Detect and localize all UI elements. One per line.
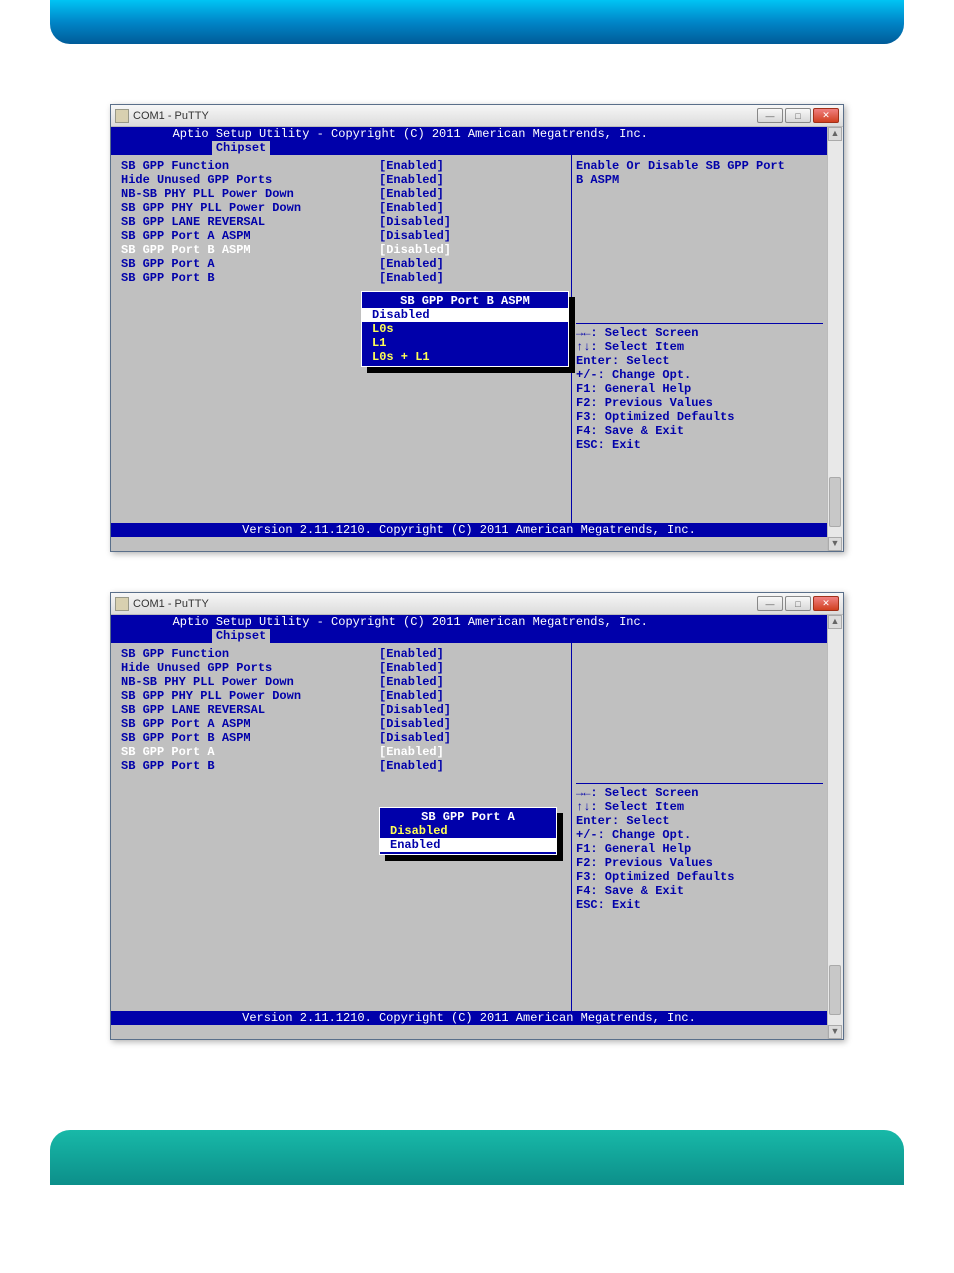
setting-row-selected[interactable]: SB GPP Port B ASPM[Disabled] [121, 243, 567, 257]
setting-row[interactable]: SB GPP Function[Enabled] [121, 159, 567, 173]
vertical-scrollbar[interactable]: ▲ ▼ [827, 127, 843, 551]
putty-window-2: COM1 - PuTTY — □ ✕ Aptio Setup Utility -… [110, 592, 844, 1040]
nav-hint: →←: Select Screen [576, 786, 823, 800]
window-title: COM1 - PuTTY [133, 598, 209, 610]
bios-header: Aptio Setup Utility - Copyright (C) 2011… [111, 127, 827, 141]
nav-hint: +/-: Change Opt. [576, 368, 823, 382]
scroll-thumb[interactable] [829, 477, 841, 527]
setting-row[interactable]: SB GPP Port B[Enabled] [121, 271, 567, 285]
close-button[interactable]: ✕ [813, 596, 839, 611]
help-panel: Enable Or Disable SB GPP Port B ASPM →←:… [571, 155, 827, 523]
setting-row[interactable]: SB GPP Port A ASPM[Disabled] [121, 717, 567, 731]
popup-option-selected[interactable]: Enabled [380, 838, 556, 852]
nav-hint: F2: Previous Values [576, 856, 823, 870]
window-title: COM1 - PuTTY [133, 110, 209, 122]
popup-aspm: SB GPP Port B ASPM Disabled L0s L1 L0s +… [361, 291, 569, 367]
tab-chipset[interactable]: Chipset [212, 629, 270, 643]
scroll-down-icon[interactable]: ▼ [828, 537, 842, 551]
scroll-thumb[interactable] [829, 965, 841, 1015]
popup-option[interactable]: L0s [368, 322, 562, 336]
bios-footer: Version 2.11.1210. Copyright (C) 2011 Am… [111, 1011, 827, 1025]
putty-window-1: COM1 - PuTTY — □ ✕ Aptio Setup Utility -… [110, 104, 844, 552]
nav-hint: F1: General Help [576, 382, 823, 396]
scroll-down-icon[interactable]: ▼ [828, 1025, 842, 1039]
minimize-button[interactable]: — [757, 596, 783, 611]
setting-row[interactable]: SB GPP Port B ASPM[Disabled] [121, 731, 567, 745]
popup-port-a: SB GPP Port A Disabled Enabled [379, 807, 557, 855]
nav-hint: Enter: Select [576, 814, 823, 828]
page-header-banner [50, 0, 904, 44]
popup-option[interactable]: L0s + L1 [368, 350, 562, 364]
popup-option[interactable]: L1 [368, 336, 562, 350]
document-content: COM1 - PuTTY — □ ✕ Aptio Setup Utility -… [0, 44, 954, 1130]
terminal-area: Aptio Setup Utility - Copyright (C) 2011… [111, 615, 843, 1039]
bios-header: Aptio Setup Utility - Copyright (C) 2011… [111, 615, 827, 629]
bios-tab-row: Chipset [111, 141, 827, 155]
nav-hint: ↑↓: Select Item [576, 340, 823, 354]
setting-row[interactable]: SB GPP PHY PLL Power Down[Enabled] [121, 201, 567, 215]
popup-option-selected[interactable]: Disabled [362, 308, 568, 322]
popup-title: SB GPP Port B ASPM [368, 294, 562, 308]
setting-row[interactable]: NB-SB PHY PLL Power Down[Enabled] [121, 675, 567, 689]
setting-row[interactable]: NB-SB PHY PLL Power Down[Enabled] [121, 187, 567, 201]
bios-tab-row: Chipset [111, 629, 827, 643]
nav-hint: +/-: Change Opt. [576, 828, 823, 842]
scroll-up-icon[interactable]: ▲ [828, 127, 842, 141]
window-titlebar[interactable]: COM1 - PuTTY — □ ✕ [111, 593, 843, 615]
popup-option[interactable]: Disabled [386, 824, 550, 838]
maximize-button[interactable]: □ [785, 108, 811, 123]
setting-row[interactable]: SB GPP LANE REVERSAL[Disabled] [121, 703, 567, 717]
minimize-button[interactable]: — [757, 108, 783, 123]
setting-row[interactable]: SB GPP Function[Enabled] [121, 647, 567, 661]
nav-hint: ESC: Exit [576, 898, 823, 912]
nav-hint: F3: Optimized Defaults [576, 870, 823, 884]
help-text: Enable Or Disable SB GPP Port [576, 159, 823, 173]
setting-row[interactable]: SB GPP Port A[Enabled] [121, 257, 567, 271]
nav-hint: ↑↓: Select Item [576, 800, 823, 814]
setting-row[interactable]: SB GPP Port B[Enabled] [121, 759, 567, 773]
vertical-scrollbar[interactable]: ▲ ▼ [827, 615, 843, 1039]
putty-icon [115, 597, 129, 611]
nav-hint: F4: Save & Exit [576, 424, 823, 438]
nav-hint: Enter: Select [576, 354, 823, 368]
setting-row[interactable]: Hide Unused GPP Ports[Enabled] [121, 173, 567, 187]
putty-icon [115, 109, 129, 123]
window-titlebar[interactable]: COM1 - PuTTY — □ ✕ [111, 105, 843, 127]
setting-row[interactable]: SB GPP Port A ASPM[Disabled] [121, 229, 567, 243]
setting-row[interactable]: SB GPP PHY PLL Power Down[Enabled] [121, 689, 567, 703]
nav-hint: F2: Previous Values [576, 396, 823, 410]
help-text: B ASPM [576, 173, 823, 187]
setting-row[interactable]: Hide Unused GPP Ports[Enabled] [121, 661, 567, 675]
tab-chipset[interactable]: Chipset [212, 141, 270, 155]
help-panel: →←: Select Screen ↑↓: Select Item Enter:… [571, 643, 827, 1011]
popup-title: SB GPP Port A [386, 810, 550, 824]
nav-hint: F1: General Help [576, 842, 823, 856]
nav-hint: →←: Select Screen [576, 326, 823, 340]
page-footer-banner [50, 1130, 904, 1185]
close-button[interactable]: ✕ [813, 108, 839, 123]
maximize-button[interactable]: □ [785, 596, 811, 611]
setting-row[interactable]: SB GPP LANE REVERSAL[Disabled] [121, 215, 567, 229]
setting-row-selected[interactable]: SB GPP Port A[Enabled] [121, 745, 567, 759]
nav-hint: F3: Optimized Defaults [576, 410, 823, 424]
nav-hint: ESC: Exit [576, 438, 823, 452]
scroll-up-icon[interactable]: ▲ [828, 615, 842, 629]
terminal-area: Aptio Setup Utility - Copyright (C) 2011… [111, 127, 843, 551]
bios-footer: Version 2.11.1210. Copyright (C) 2011 Am… [111, 523, 827, 537]
nav-hint: F4: Save & Exit [576, 884, 823, 898]
